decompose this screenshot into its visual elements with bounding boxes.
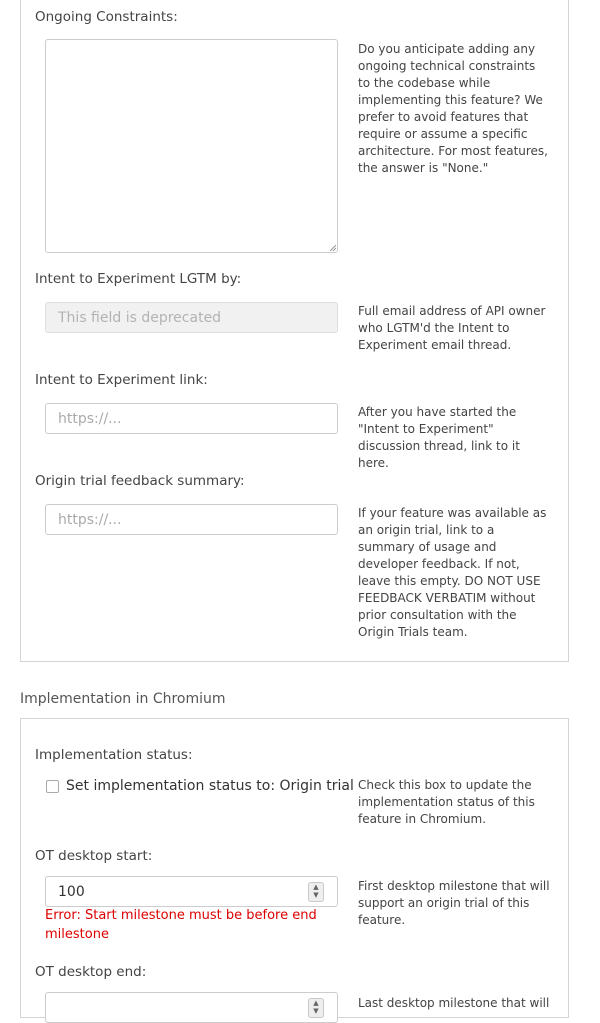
i2e-lgtm-label: Intent to Experiment LGTM by:	[35, 271, 242, 287]
origin-trial-panel: Ongoing Constraints: Do you anticipate a…	[20, 0, 569, 662]
ot-feedback-help: If your feature was available as an orig…	[358, 506, 547, 639]
implementation-section-title: Implementation in Chromium	[20, 691, 226, 707]
ot-desktop-end-input[interactable]	[45, 992, 338, 1023]
impl-status-label: Implementation status:	[35, 747, 193, 763]
resize-grip-icon[interactable]	[330, 245, 336, 251]
ot-desktop-start-help: First desktop milestone that will suppor…	[358, 879, 550, 927]
i2e-lgtm-input	[45, 302, 338, 333]
implementation-panel: Implementation status: Set implementatio…	[20, 718, 569, 1023]
ot-desktop-end-label: OT desktop end:	[35, 964, 147, 980]
spinner-arrows-icon[interactable]: ▲ ▼	[308, 998, 324, 1018]
ot-desktop-start-error: Error: Start milestone must be before en…	[45, 906, 335, 944]
ot-desktop-start-label: OT desktop start:	[35, 848, 153, 864]
impl-status-help: Check this box to update the implementat…	[358, 778, 535, 826]
ot-desktop-end-help: Last desktop milestone that will	[358, 996, 550, 1010]
i2e-link-label: Intent to Experiment link:	[35, 372, 208, 388]
ongoing-constraints-label: Ongoing Constraints:	[35, 9, 178, 25]
i2e-link-input[interactable]	[45, 403, 338, 434]
ot-feedback-label: Origin trial feedback summary:	[35, 473, 245, 489]
impl-status-checkbox-label[interactable]: Set implementation status to: Origin tri…	[66, 778, 354, 794]
i2e-link-help: After you have started the "Intent to Ex…	[358, 405, 520, 470]
ot-feedback-input[interactable]	[45, 504, 338, 535]
i2e-lgtm-help: Full email address of API owner who LGTM…	[358, 304, 546, 352]
ongoing-constraints-textarea[interactable]	[45, 39, 338, 253]
error-message: : Start milestone must be before end mil…	[45, 908, 317, 942]
ongoing-constraints-help: Do you anticipate adding any ongoing tec…	[358, 42, 548, 175]
impl-status-checkbox[interactable]	[46, 780, 59, 793]
spinner-arrows-icon[interactable]: ▲ ▼	[308, 882, 324, 902]
error-prefix: Error	[45, 908, 77, 923]
ot-desktop-start-input[interactable]	[45, 876, 338, 907]
